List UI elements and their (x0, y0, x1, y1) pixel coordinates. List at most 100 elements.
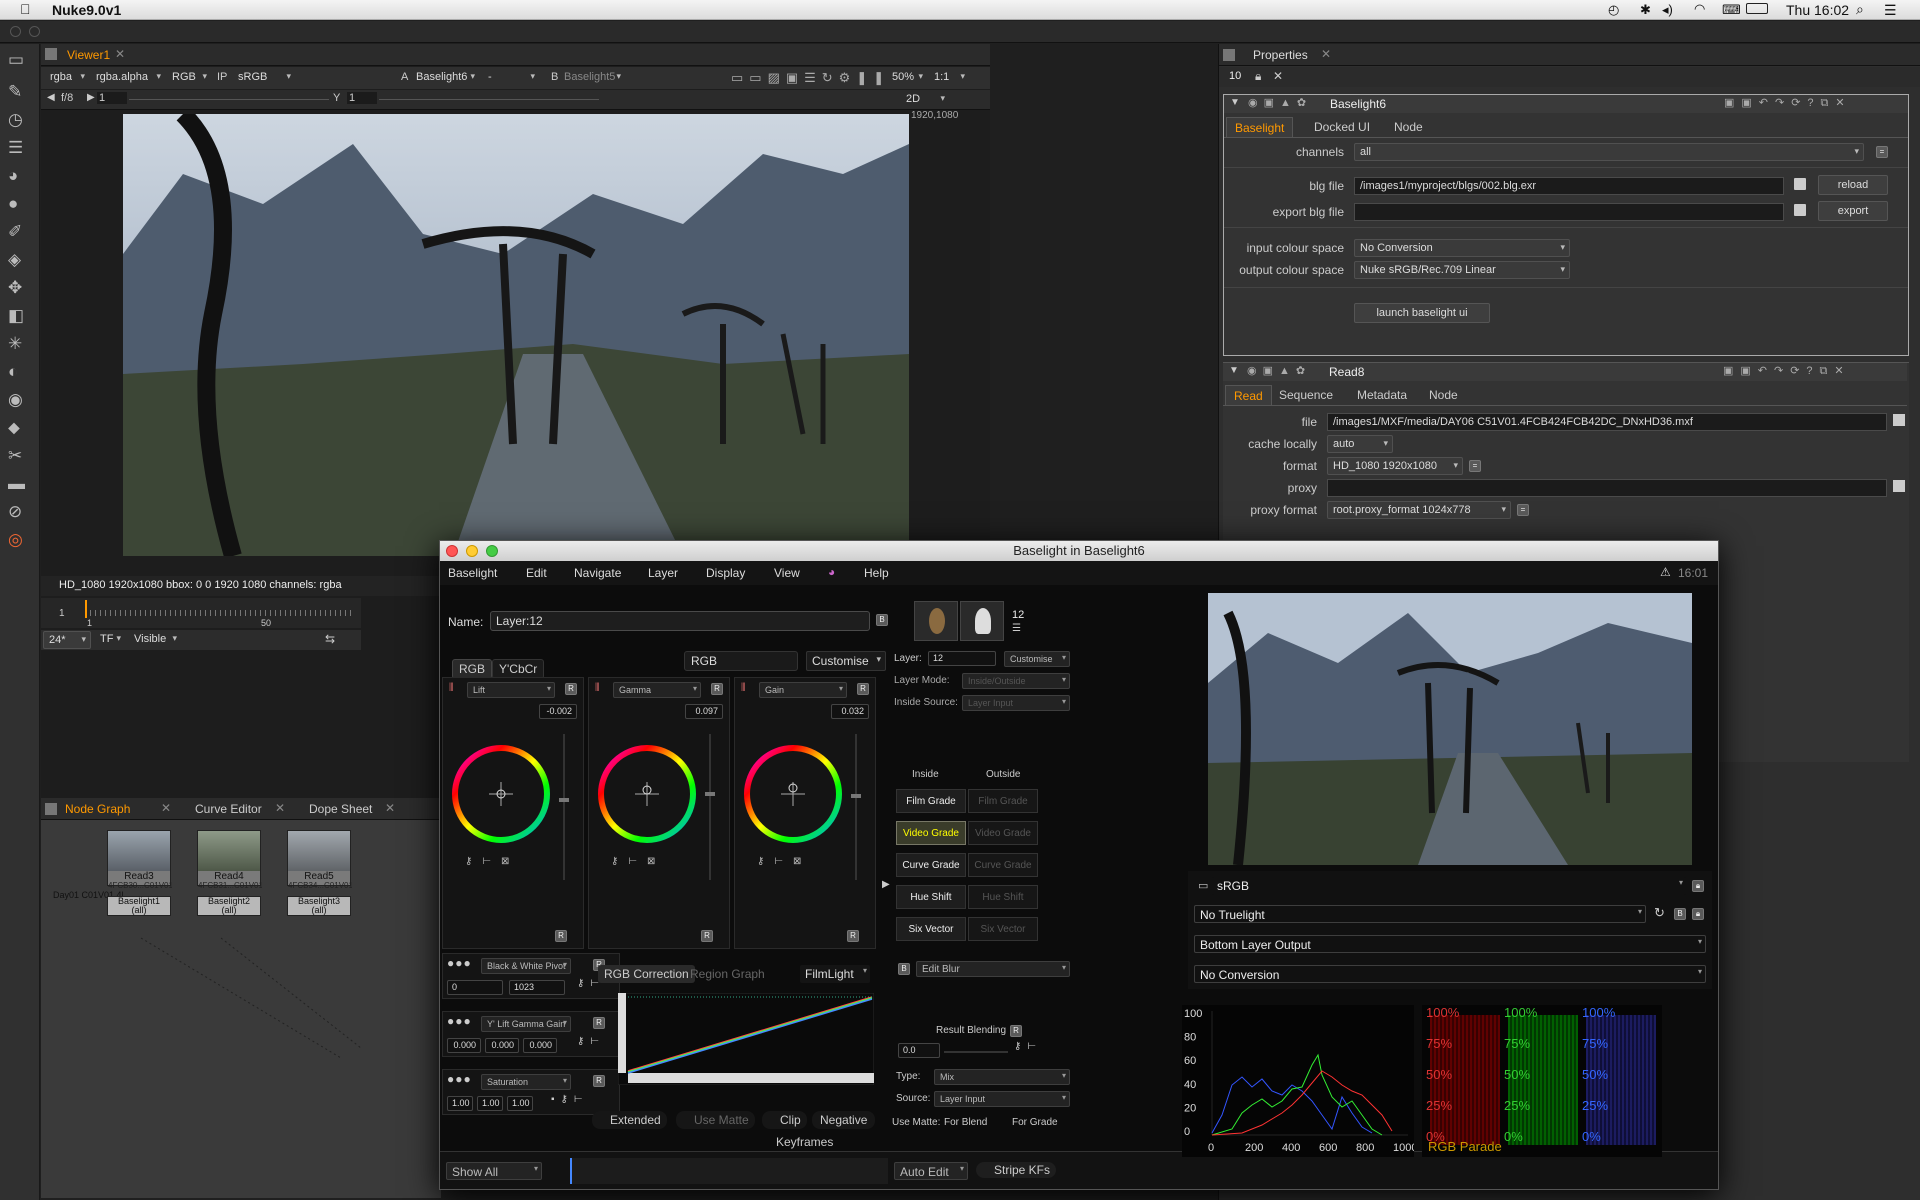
spotlight-icon[interactable]: ⌕ (1856, 1, 1864, 18)
filter-icon[interactable]: ● (8, 194, 18, 214)
lift-bottom-reset-icon[interactable]: R (555, 930, 567, 942)
gamma-bottom-reset-icon[interactable]: R (701, 930, 713, 942)
lift-value[interactable]: -0.002 (539, 704, 577, 719)
minimize-icon[interactable] (466, 545, 478, 557)
inside-source-select[interactable]: Layer Input (962, 695, 1070, 711)
transform-icon[interactable]: ✥ (8, 278, 22, 298)
fstop-value[interactable]: f/8 (61, 92, 73, 104)
menu-baselight[interactable]: Baselight (448, 566, 497, 580)
tab-sequence[interactable]: Sequence (1271, 385, 1341, 405)
op-hue-shift-outside[interactable]: Hue Shift (968, 885, 1038, 909)
blend-source-select[interactable]: Layer Input (934, 1091, 1070, 1107)
tab-viewer1[interactable]: Viewer1 (67, 48, 110, 62)
bw-pivot-v2[interactable]: 1023 (509, 980, 565, 995)
tab-region-graph[interactable]: Region Graph (690, 967, 765, 981)
gamma-select[interactable]: Gamma (613, 682, 701, 698)
zoom-icon[interactable] (486, 545, 498, 557)
gain-master-slider[interactable] (851, 734, 861, 880)
close-icon[interactable] (10, 26, 21, 37)
node-baselight2[interactable]: Baselight2 (all) (197, 896, 261, 916)
layer-customise-select[interactable]: Customise (1004, 651, 1070, 667)
reload-button[interactable]: reload (1818, 175, 1888, 195)
op-film-grade-inside[interactable]: Film Grade (896, 789, 966, 813)
op-video-grade-outside[interactable]: Video Grade (968, 821, 1038, 845)
lgg-v3[interactable]: 0.000 (523, 1038, 557, 1053)
layer-name-input[interactable]: Layer:12 (490, 611, 870, 631)
panel-title[interactable]: Read8 (1329, 365, 1569, 379)
folder-icon[interactable] (1794, 178, 1806, 190)
gain-wheel[interactable] (741, 742, 845, 846)
close-tab-icon[interactable]: ✕ (115, 47, 125, 61)
keyer-icon[interactable]: ✐ (8, 222, 22, 242)
menu-navigate[interactable]: Navigate (574, 566, 621, 580)
node-read5[interactable]: Read5 4FCB34...C01V01.4F... (287, 830, 352, 890)
a-input-select[interactable]: Baselight6 (411, 69, 479, 87)
layer-number[interactable]: 12 (928, 651, 996, 666)
node-read3[interactable]: Read3 4FCB30...C01V01.4FCB... (107, 830, 172, 890)
viewer-image[interactable] (123, 114, 909, 556)
portrait-thumb[interactable] (914, 601, 958, 641)
tab-baselight[interactable]: Baselight (1226, 117, 1294, 137)
tab-rgb[interactable]: RGB (452, 659, 493, 679)
ip-button[interactable]: IP (217, 71, 227, 83)
colour-mode-field[interactable]: RGB (684, 651, 798, 671)
gamma-master-slider[interactable] (705, 734, 715, 880)
gamma-value[interactable]: 0.097 (685, 704, 723, 719)
layer-mode-select[interactable]: Inside/Outside (962, 673, 1070, 689)
tab-read[interactable]: Read (1225, 385, 1272, 405)
paint-icon[interactable]: ✎ (8, 82, 22, 102)
max-panels[interactable]: 10 (1229, 70, 1241, 82)
tab-node[interactable]: Node (1421, 385, 1466, 405)
gain-tools-icon[interactable]: ⚷⊢⊠ (757, 856, 811, 867)
menu-edit[interactable]: Edit (526, 566, 547, 580)
a-op-select[interactable]: - (483, 69, 539, 87)
tab-ycbcr[interactable]: Y'CbCr (492, 659, 545, 679)
for-grade-toggle[interactable]: For Grade (1012, 1117, 1058, 1128)
tab-rgb-correction[interactable]: RGB Correction (598, 965, 695, 983)
op-curve-grade-inside[interactable]: Curve Grade (896, 853, 966, 877)
clip-toggle[interactable]: Clip (762, 1111, 807, 1129)
silhouette-thumb[interactable] (960, 601, 1004, 641)
truelight-select[interactable]: No Truelight (1194, 905, 1646, 923)
notification-icon[interactable]: ☰ (1884, 2, 1897, 19)
fstop-left-icon[interactable]: ◀ (47, 92, 55, 103)
channels-link-icon[interactable]: = (1876, 146, 1888, 158)
channel-icon[interactable]: ☰ (8, 138, 23, 158)
name-reset-icon[interactable]: B (876, 614, 888, 626)
truelight-lock-icon[interactable]: 🔒︎ (1692, 908, 1704, 920)
op-curve-grade-outside[interactable]: Curve Grade (968, 853, 1038, 877)
launch-baselight-button[interactable]: launch baselight ui (1354, 303, 1490, 323)
merge-icon[interactable]: ◈ (8, 250, 21, 270)
lgg-select[interactable]: Y' Lift Gamma Gain (481, 1016, 571, 1032)
collapse-icon[interactable]: ▼ (1229, 365, 1239, 376)
input-cs-select[interactable]: No Conversion (1354, 239, 1570, 257)
channels-select[interactable]: all (1354, 143, 1864, 161)
3d-icon[interactable]: ◧ (8, 306, 24, 326)
blend-type-select[interactable]: Mix (934, 1069, 1070, 1085)
lgg-v2[interactable]: 0.000 (485, 1038, 519, 1053)
blend-slider[interactable] (944, 1051, 1008, 1053)
sat-v1[interactable]: 1.00 (447, 1096, 473, 1111)
stripe-kfs-toggle[interactable]: Stripe KFs (976, 1162, 1057, 1178)
panel-icons[interactable]: ◉▣▲✿ (1247, 364, 1311, 377)
viewer-icons[interactable]: ▭▭▨▣☰↻⚙❚❚ (731, 70, 890, 86)
lgg-menu-icon[interactable]: ●●● (447, 1014, 472, 1028)
tools-icon[interactable]: ✂ (8, 446, 22, 466)
display-lock-icon[interactable]: 🔒︎ (1692, 880, 1704, 892)
deep-icon[interactable]: ◐ (8, 362, 18, 382)
gamma-sliders-icon[interactable]: ⫴ (595, 682, 600, 695)
keyframe-track[interactable] (570, 1158, 888, 1184)
folder-icon[interactable] (1794, 204, 1806, 216)
channels-select[interactable]: rgba (45, 69, 89, 87)
blur-toggle-icon[interactable]: B (898, 963, 910, 975)
panel-right-icons[interactable]: ▣▣↶↷⟳?⧉✕ (1724, 96, 1852, 110)
battery-icon[interactable] (1746, 3, 1768, 14)
output-select[interactable]: Bottom Layer Output (1194, 935, 1706, 953)
proxy-format-select[interactable]: root.proxy_format 1024x778 (1327, 501, 1511, 519)
auto-edit-select[interactable]: Auto Edit (894, 1162, 968, 1180)
time-icon[interactable]: ◷ (8, 110, 23, 130)
proxy-format-link-icon[interactable]: = (1517, 504, 1529, 516)
op-video-grade-inside[interactable]: Video Grade (896, 821, 966, 845)
lgg-reset-icon[interactable]: R (593, 1017, 605, 1029)
layers-stack-icon[interactable]: ☰ (1012, 623, 1021, 634)
